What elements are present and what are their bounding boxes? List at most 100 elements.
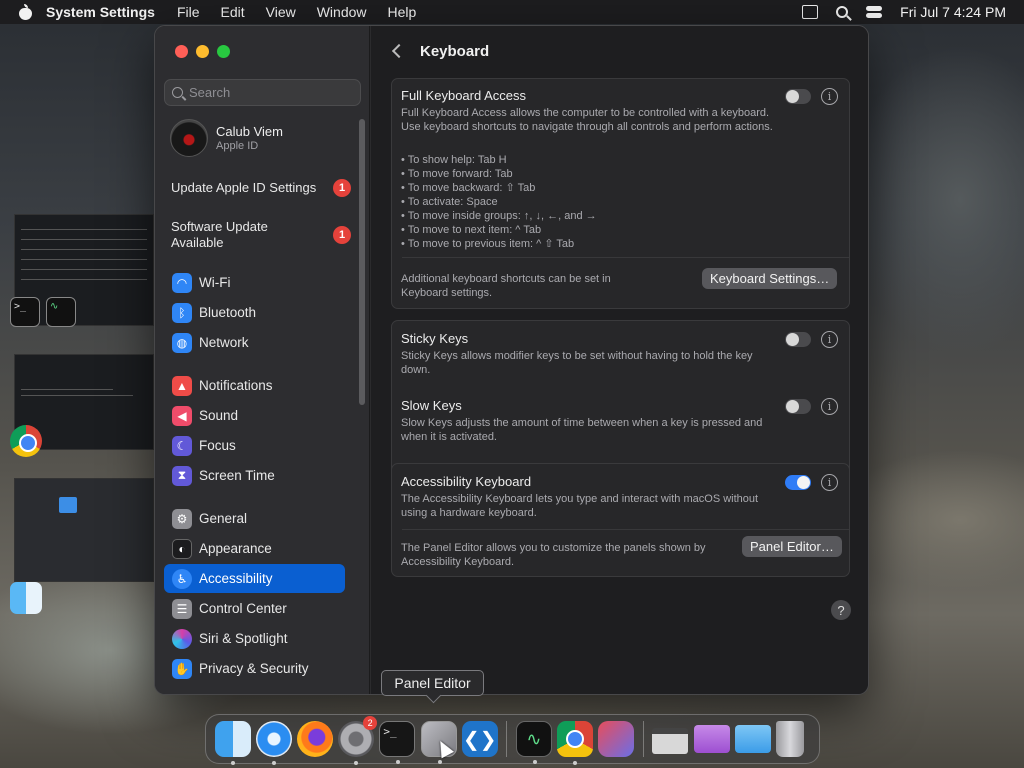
info-icon[interactable]: i: [821, 474, 838, 491]
search-field[interactable]: [164, 79, 361, 106]
full-keyboard-access-description: Full Keyboard Access allows the computer…: [401, 107, 773, 133]
sidebar-item-privacy-security[interactable]: ✋ Privacy & Security: [164, 654, 345, 683]
keyboard-settings-button[interactable]: Keyboard Settings…: [702, 268, 838, 289]
sticky-slow-keys-card: Sticky Keys i Sticky Keys allows modifie…: [391, 320, 850, 477]
sidebar-item-label: Network: [199, 335, 249, 350]
sidebar-item-focus[interactable]: ☾ Focus: [164, 431, 345, 460]
page-title: Keyboard: [420, 43, 490, 60]
back-chevron-icon[interactable]: [391, 43, 403, 57]
divider: [402, 257, 849, 258]
terminal-thumbnail-icon[interactable]: >_: [10, 297, 40, 327]
spotlight-search-icon[interactable]: [836, 6, 849, 18]
appearance-icon: ◐: [172, 538, 192, 559]
sidebar-item-notifications[interactable]: ▲ Notifications: [164, 371, 345, 400]
sidebar-item-wifi[interactable]: ◠ Wi-Fi: [164, 268, 345, 297]
system-settings-window: Calub Viem Apple ID Update Apple ID Sett…: [154, 25, 869, 695]
dock-terminal-icon[interactable]: >_: [379, 721, 416, 764]
control-center-icon: ☰: [172, 598, 192, 619]
sidebar-item-sound[interactable]: ◀ Sound: [164, 401, 345, 430]
menu-window[interactable]: Window: [317, 4, 367, 20]
sidebar-item-control-center[interactable]: ☰ Control Center: [164, 594, 345, 623]
window-controls: [175, 45, 230, 58]
sidebar-item-label: Bluetooth: [199, 305, 257, 320]
control-center-menu-icon[interactable]: [866, 6, 883, 18]
info-icon[interactable]: i: [821, 88, 838, 105]
chrome-thumbnail-icon[interactable]: [10, 425, 42, 457]
sticky-keys-toggle[interactable]: [785, 332, 811, 347]
update-apple-id-alert[interactable]: Update Apple ID Settings 1: [171, 179, 351, 197]
software-update-alert[interactable]: Software Update Available 1: [171, 219, 351, 251]
sidebar-scrollbar[interactable]: [359, 119, 365, 405]
profile-name: Calub Viem: [216, 124, 283, 139]
speaker-icon: ◀: [172, 405, 192, 426]
menu-app-name[interactable]: System Settings: [46, 4, 155, 20]
sidebar-item-general[interactable]: ⚙ General: [164, 504, 345, 533]
sidebar-item-label: Control Center: [199, 601, 287, 616]
sidebar-item-network[interactable]: ◍ Network: [164, 328, 345, 357]
accessibility-icon: ♿: [172, 568, 192, 589]
main-header: Keyboard: [371, 26, 868, 76]
close-button[interactable]: [175, 45, 188, 58]
dock-firefox-icon[interactable]: [296, 721, 333, 757]
dock-files-icon[interactable]: [652, 728, 689, 754]
alert-badge: 1: [333, 226, 351, 244]
shortcut-item: • To move backward: ⇧ Tab: [401, 182, 536, 194]
dock-separator: [642, 721, 644, 757]
accessibility-keyboard-description: The Accessibility Keyboard lets you type…: [401, 493, 759, 519]
dock-finder-icon[interactable]: [214, 721, 251, 765]
sidebar-item-label: Notifications: [199, 378, 273, 393]
dock-lasso-icon[interactable]: [598, 721, 635, 757]
globe-icon: ◍: [172, 332, 192, 353]
info-icon[interactable]: i: [821, 331, 838, 348]
accessibility-keyboard-card: Accessibility Keyboard i The Accessibili…: [391, 463, 850, 577]
bluetooth-icon: ᛒ: [172, 302, 192, 323]
sidebar-item-bluetooth[interactable]: ᛒ Bluetooth: [164, 298, 345, 327]
menu-bar: System Settings File Edit View Window He…: [0, 0, 1024, 24]
dock-activity-monitor-icon[interactable]: ∿: [515, 721, 552, 764]
menu-edit[interactable]: Edit: [221, 4, 245, 20]
avatar: [170, 119, 208, 157]
gear-icon: ⚙: [172, 508, 192, 529]
activity-monitor-thumbnail-icon[interactable]: ∿: [46, 297, 76, 327]
full-keyboard-access-card: Full Keyboard Access i Full Keyboard Acc…: [391, 78, 850, 309]
slow-keys-toggle[interactable]: [785, 399, 811, 414]
dock-safari-icon[interactable]: [255, 721, 292, 765]
menu-view[interactable]: View: [266, 4, 296, 20]
sidebar-item-accessibility[interactable]: ♿ Accessibility: [164, 564, 345, 593]
stage-manager-icon[interactable]: [802, 5, 819, 19]
menu-help[interactable]: Help: [388, 4, 417, 20]
zoom-button[interactable]: [217, 45, 230, 58]
finder-thumbnail-icon[interactable]: [10, 582, 42, 614]
search-input[interactable]: [189, 85, 349, 100]
sidebar-item-siri-spotlight[interactable]: Siri & Spotlight: [164, 624, 345, 653]
shortcut-item: • To move to next item: ^ Tab: [401, 224, 542, 236]
dock-trash-icon[interactable]: [776, 721, 805, 757]
sidebar-item-label: Accessibility: [199, 571, 273, 586]
alert-label: Update Apple ID Settings: [171, 180, 317, 195]
sidebar-item-label: General: [199, 511, 248, 526]
menu-clock[interactable]: Fri Jul 7 4:24 PM: [900, 4, 1006, 20]
help-button[interactable]: ?: [831, 600, 851, 620]
apple-id-profile[interactable]: Calub Viem Apple ID: [170, 119, 283, 157]
apple-menu-icon[interactable]: [18, 4, 32, 20]
panel-editor-button[interactable]: Panel Editor…: [742, 536, 842, 557]
sidebar-item-appearance[interactable]: ◐ Appearance: [164, 534, 345, 563]
panel-editor-note: The Panel Editor allows you to customize…: [401, 542, 706, 568]
dock-system-settings-icon[interactable]: 2: [338, 716, 378, 765]
menu-file[interactable]: File: [177, 4, 200, 20]
accessibility-keyboard-title: Accessibility Keyboard: [401, 474, 532, 489]
dock-chrome-icon[interactable]: [557, 721, 594, 765]
info-icon[interactable]: i: [821, 398, 838, 415]
dock-folder-purple-icon[interactable]: [693, 725, 730, 753]
stage-window-thumbnail[interactable]: [14, 478, 154, 582]
dock-folder-icon[interactable]: [734, 725, 771, 753]
minimize-button[interactable]: [196, 45, 209, 58]
keyboard-settings-note: Additional keyboard shortcuts can be set…: [401, 273, 611, 299]
dock-vscode-icon[interactable]: ❮❯: [461, 721, 498, 757]
sidebar-item-screen-time[interactable]: ⧗ Screen Time: [164, 461, 345, 490]
shortcut-item: • To show help: Tab H: [401, 154, 507, 166]
full-keyboard-access-toggle[interactable]: [785, 89, 811, 104]
accessibility-keyboard-toggle[interactable]: [785, 475, 811, 490]
sidebar-item-label: Appearance: [199, 541, 272, 556]
sidebar-item-label: Sound: [199, 408, 239, 423]
